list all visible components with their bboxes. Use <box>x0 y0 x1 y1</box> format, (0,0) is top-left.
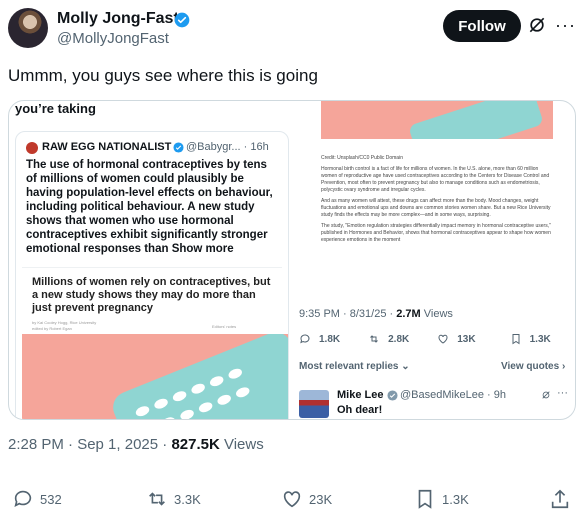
embedded-bookmarks: 1.3K <box>529 333 551 345</box>
verified-badge-icon <box>174 12 190 28</box>
media-top-text: you’re taking <box>15 101 96 116</box>
embedded-meta: 9:35 PM · 8/31/25 · 2.7M Views <box>299 308 453 320</box>
follow-button[interactable]: Follow <box>443 10 521 42</box>
bookmark-icon <box>512 334 520 345</box>
article-photo-top <box>321 101 553 139</box>
quoted-name: RAW EGG NATIONALIST <box>42 141 172 153</box>
reply-handle: @BasedMikeLee · 9h <box>400 389 506 401</box>
quoted-article: Millions of women rely on contraceptives… <box>22 267 288 419</box>
like-button[interactable]: 23K <box>281 488 332 510</box>
share-icon <box>551 489 569 509</box>
like-icon <box>283 491 301 508</box>
embedded-likes: 13K <box>457 333 476 345</box>
embedded-reposts: 2.8K <box>388 333 410 345</box>
timestamp-text[interactable]: 2:28 PM · Sep 1, 2025 · <box>8 436 171 453</box>
grok-icon[interactable] <box>527 15 547 35</box>
article-body: Credit: Unsplash/CC0 Public Domain Hormo… <box>321 155 553 248</box>
article-paragraph: And as many women will attest, these dru… <box>321 198 551 218</box>
embedded-views-label: Views <box>420 308 453 320</box>
view-quotes: View quotes › <box>501 361 566 372</box>
tweet-text: Ummm, you guys see where this is going <box>8 66 318 85</box>
grok-icon <box>542 391 550 399</box>
tweet-timestamp: 2:28 PM · Sep 1, 2025 · 827.5K Views <box>8 436 264 453</box>
embedded-replies: 1.8K <box>319 333 341 345</box>
display-name[interactable]: Molly Jong-Fast <box>57 10 179 28</box>
article-notes: Editors' notes <box>212 324 237 329</box>
reply-name: Mike Lee <box>337 389 384 401</box>
repost-icon <box>370 335 378 343</box>
article-title: Millions of women rely on contraceptives… <box>32 276 271 314</box>
pill-pack-image <box>408 101 544 139</box>
pill-pack-image <box>108 334 288 419</box>
repost-button[interactable]: 3.3K <box>146 488 201 510</box>
repost-icon <box>149 492 165 506</box>
embedded-time: 9:35 PM · 8/31/25 · <box>299 308 397 320</box>
bookmark-button[interactable]: 1.3K <box>414 488 469 510</box>
embedded-views-count: 2.7M <box>396 308 421 320</box>
article-paragraph: The study, "Emotion regulation strategie… <box>321 223 551 243</box>
article-credit: Credit: Unsplash/CC0 Public Domain <box>321 155 403 161</box>
reply-icon <box>14 490 32 507</box>
views-count: 827.5K <box>171 436 220 453</box>
embedded-metrics: 1.8K 2.8K 13K 1.3K <box>299 333 576 345</box>
bookmark-icon <box>418 489 432 509</box>
reply-avatar <box>299 390 329 418</box>
verified-badge-icon <box>173 142 184 153</box>
user-handle[interactable]: @MollyJongFast <box>57 30 169 47</box>
contraceptive-photo <box>22 334 288 419</box>
share-icon <box>575 333 576 345</box>
avatar[interactable] <box>8 8 48 48</box>
like-count: 23K <box>309 491 333 507</box>
article-edited: edited by Robert Egan <box>32 326 72 331</box>
like-icon <box>438 334 448 344</box>
verified-badge-icon <box>387 390 398 401</box>
quoted-handle: @Babygr... · 16h <box>186 141 269 153</box>
reply-button[interactable]: 532 <box>12 488 62 510</box>
views-label: Views <box>219 436 264 453</box>
quoted-tweet-card: RAW EGG NATIONALIST @Babygr... · 16h The… <box>15 131 289 419</box>
article-paragraph: Hormonal birth control is a fact of life… <box>321 166 550 193</box>
article-byline: by Kai Cooley Hogg, Rice University <box>32 320 97 325</box>
repost-count: 3.3K <box>174 491 201 507</box>
reply-text: Oh dear! <box>337 404 383 416</box>
quoted-avatar <box>26 142 38 154</box>
tweet-media-image[interactable]: you’re taking RAW EGG NATIONALIST @Babyg… <box>8 100 576 420</box>
more-options-icon: ··· <box>557 387 568 399</box>
reply-icon <box>300 334 310 344</box>
most-relevant-replies: Most relevant replies ⌄ <box>299 361 410 372</box>
more-options-icon[interactable]: ··· <box>555 15 577 35</box>
reply-count: 532 <box>40 491 62 507</box>
bookmark-count: 1.3K <box>442 491 469 507</box>
share-button[interactable] <box>549 488 571 510</box>
quoted-text: The use of hormonal contraceptives by te… <box>26 159 273 255</box>
